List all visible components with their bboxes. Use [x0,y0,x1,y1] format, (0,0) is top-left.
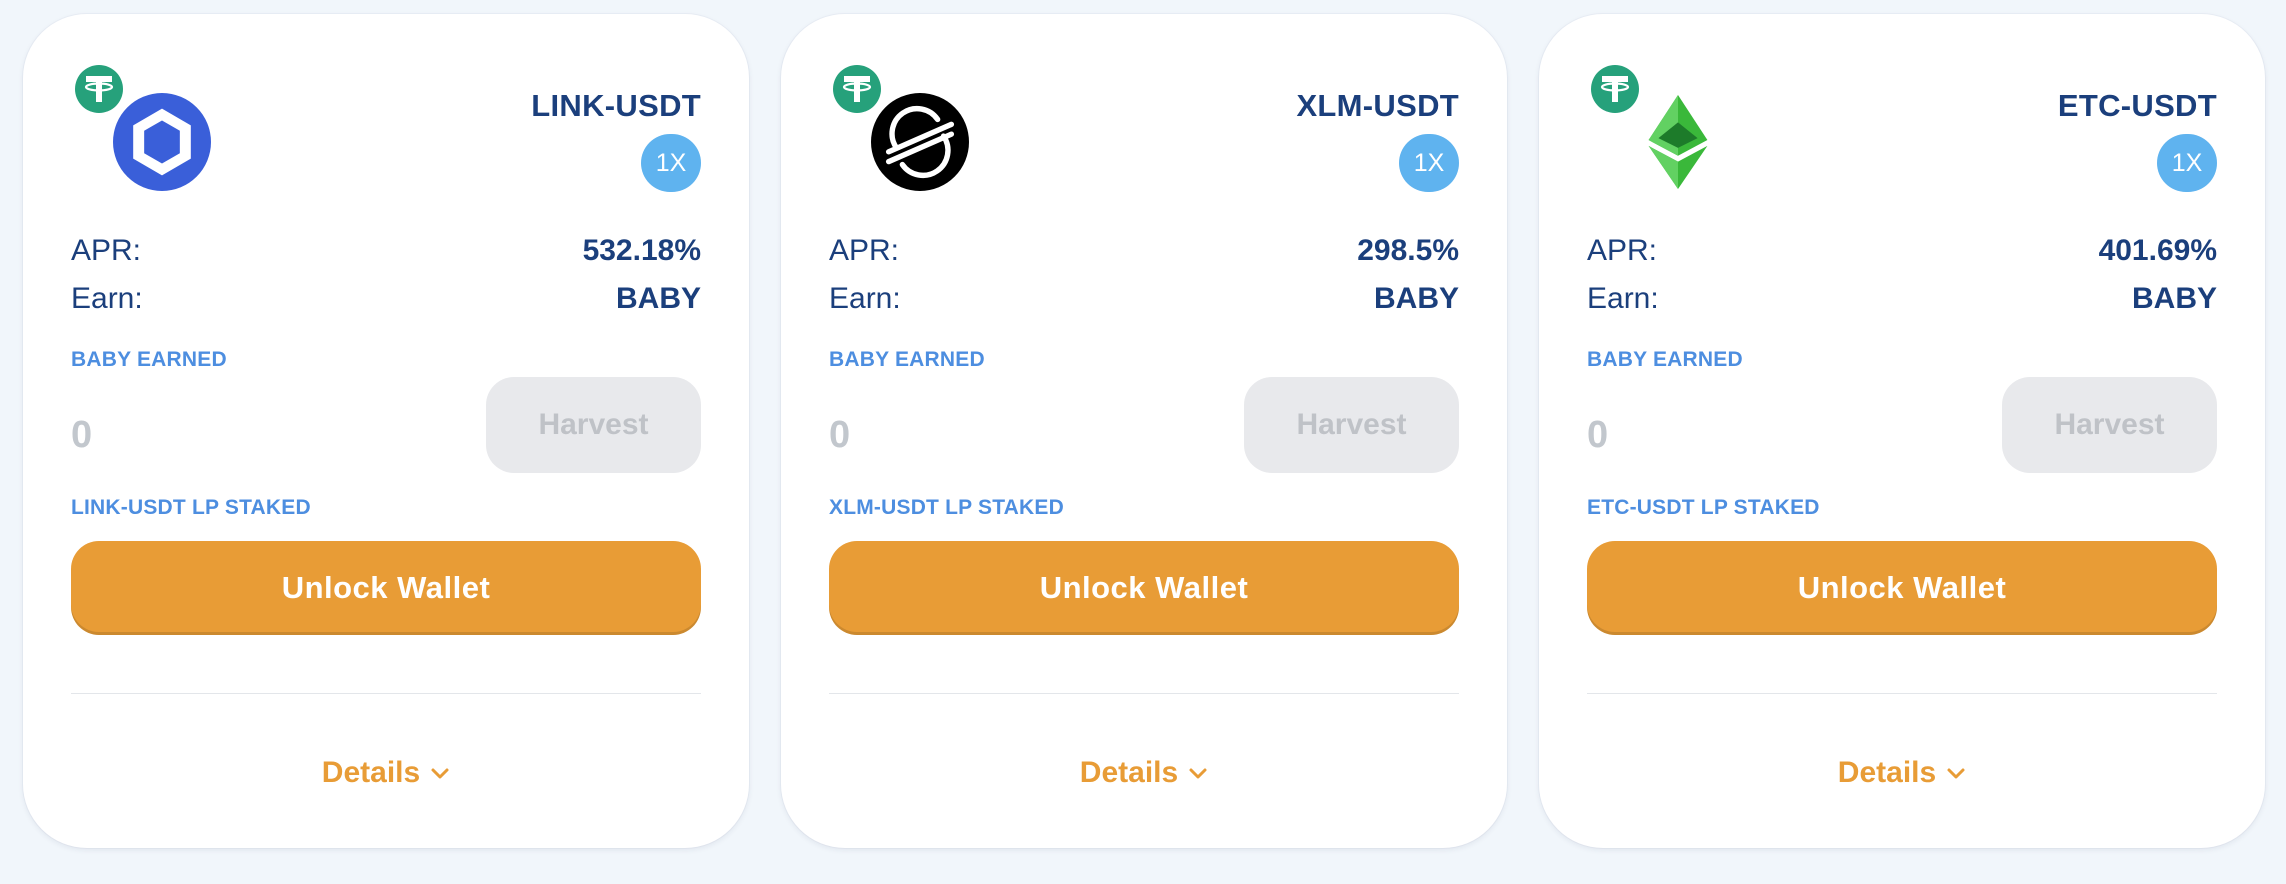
earn-label: Earn: [829,282,901,315]
harvest-button[interactable]: Harvest [1244,377,1459,473]
ethereum-classic-icon [1648,94,1708,190]
earn-label: Earn: [1587,282,1659,315]
farm-card-link-usdt: LINK-USDT 1X APR: 532.18% Earn: BABY BAB… [23,14,749,848]
tether-icon [830,62,884,116]
divider [1587,693,2217,694]
unlock-wallet-button[interactable]: Unlock Wallet [71,541,701,635]
apr-label: APR: [829,234,900,267]
earn-token: BABY [1373,282,1459,315]
details-label: Details [1079,756,1179,789]
details-label: Details [1837,756,1937,789]
chevron-down-icon [1189,768,1207,779]
apr-value: 532.18% [582,234,701,267]
divider [829,693,1459,694]
chevron-down-icon [431,768,449,779]
farm-card-xlm-usdt: XLM-USDT 1X APR: 298.5% Earn: BABY BABY … [781,14,1507,848]
pair-logo [71,61,211,191]
details-label: Details [321,756,421,789]
earned-section-title: BABY EARNED [829,348,985,371]
pair-name: ETC-USDT [2057,88,2217,123]
details-toggle[interactable]: Details [23,756,749,790]
apr-value: 401.69% [2098,234,2217,267]
details-toggle[interactable]: Details [1539,756,2265,790]
multiplier-badge: 1X [641,134,701,192]
apr-label: APR: [71,234,142,267]
apr-value: 298.5% [1357,234,1459,267]
earn-token: BABY [615,282,701,315]
pair-logo [829,61,969,191]
earned-amount: 0 [71,414,93,456]
earned-amount: 0 [829,414,851,456]
pair-name: LINK-USDT [531,88,701,123]
divider [71,693,701,694]
pair-name: XLM-USDT [1296,88,1459,123]
chainlink-icon [113,93,211,191]
staked-section-title: ETC-USDT LP STAKED [1587,496,1820,519]
details-toggle[interactable]: Details [781,756,1507,790]
harvest-button[interactable]: Harvest [486,377,701,473]
stellar-icon [871,93,969,191]
unlock-wallet-button[interactable]: Unlock Wallet [829,541,1459,635]
apr-label: APR: [1587,234,1658,267]
farm-card-etc-usdt: ETC-USDT 1X APR: 401.69% Earn: BABY BABY… [1539,14,2265,848]
pair-logo [1587,61,1708,191]
earned-section-title: BABY EARNED [71,348,227,371]
staked-section-title: LINK-USDT LP STAKED [71,496,311,519]
earn-label: Earn: [71,282,143,315]
tether-icon [72,62,126,116]
earned-section-title: BABY EARNED [1587,348,1743,371]
multiplier-badge: 1X [1399,134,1459,192]
tether-icon [1588,62,1642,116]
multiplier-badge: 1X [2157,134,2217,192]
staked-section-title: XLM-USDT LP STAKED [829,496,1064,519]
earn-token: BABY [2131,282,2217,315]
harvest-button[interactable]: Harvest [2002,377,2217,473]
earned-amount: 0 [1587,414,1609,456]
farm-card-list: LINK-USDT 1X APR: 532.18% Earn: BABY BAB… [0,0,2286,884]
unlock-wallet-button[interactable]: Unlock Wallet [1587,541,2217,635]
chevron-down-icon [1947,768,1965,779]
